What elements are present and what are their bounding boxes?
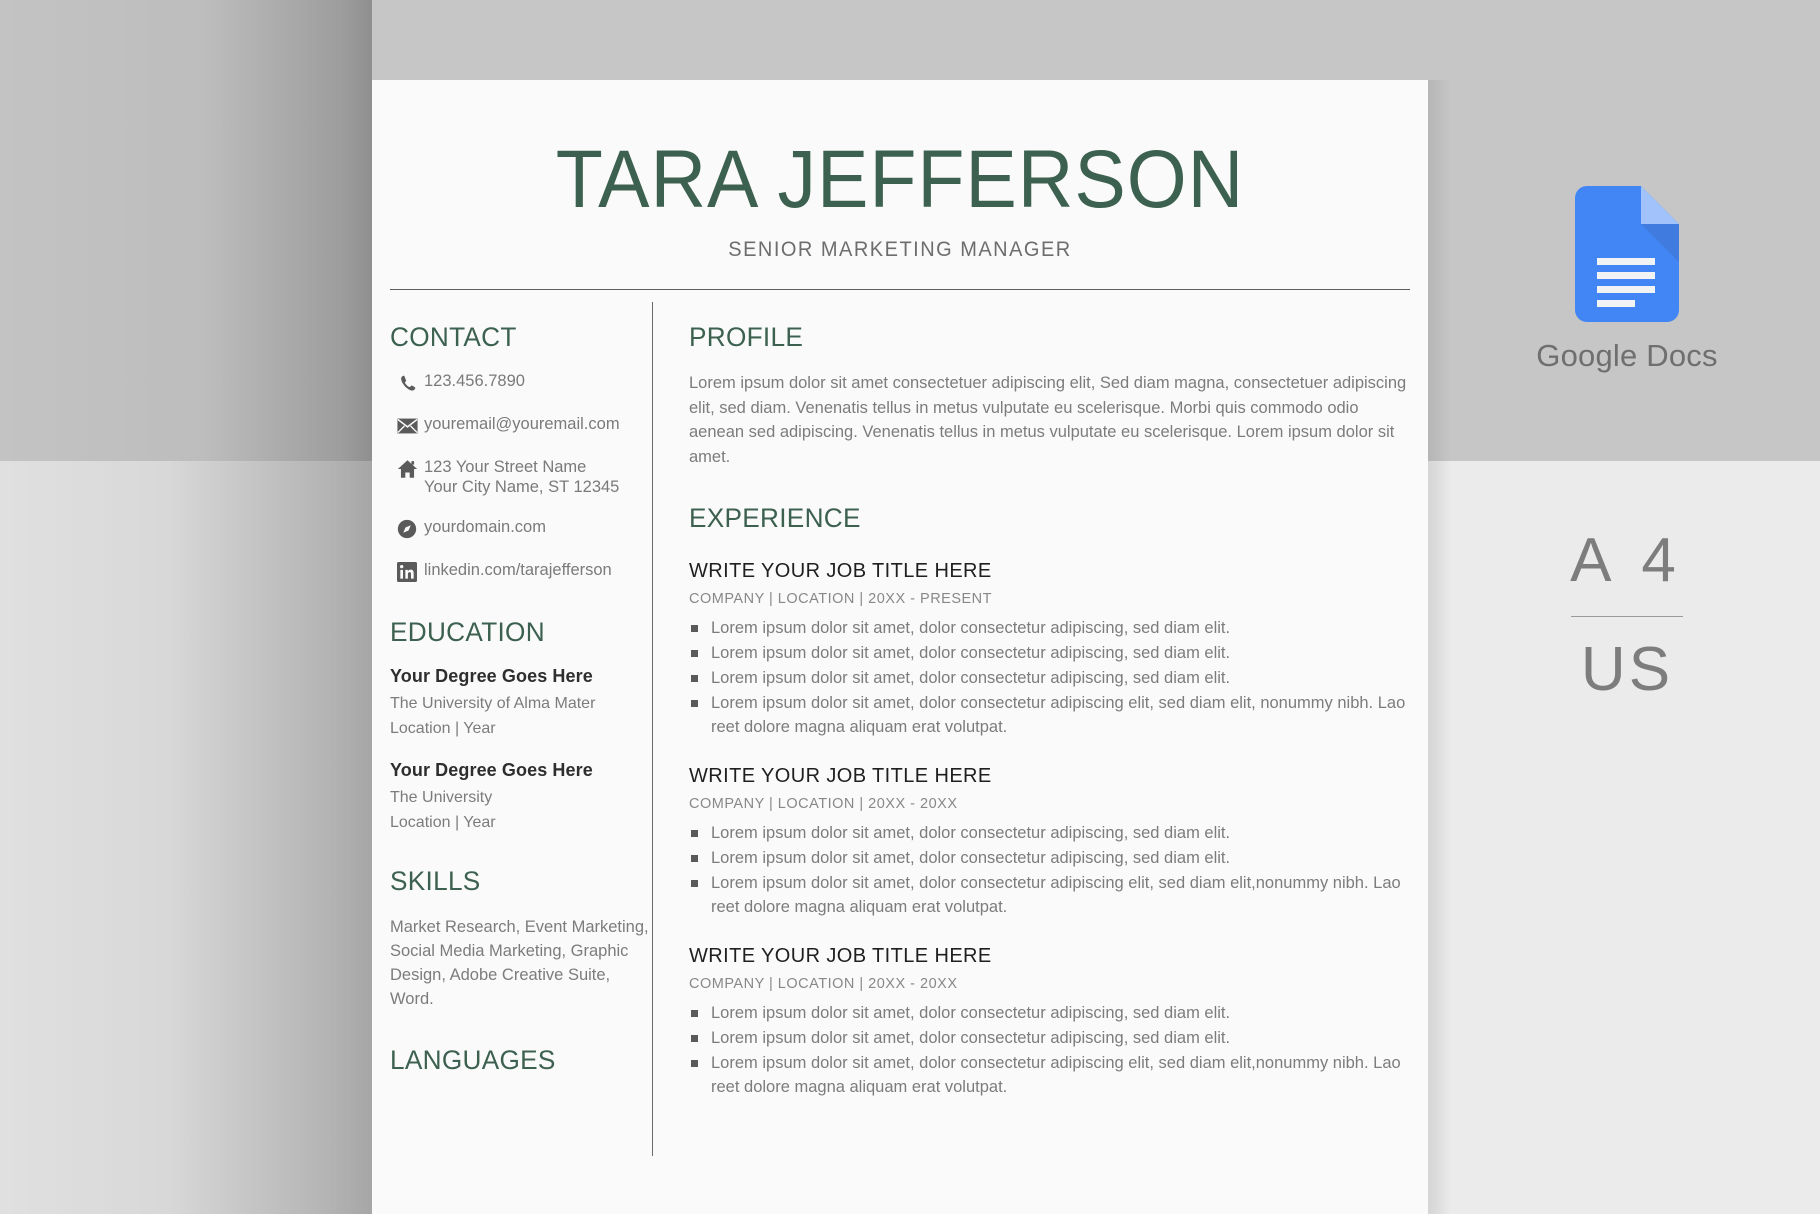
experience-title: WRITE YOUR JOB TITLE HERE (689, 765, 992, 787)
job-subtitle: SENIOR MARKETING MANAGER (728, 237, 1072, 261)
experience-meta: COMPANY | LOCATION | 20XX - PRESENT (689, 591, 993, 607)
experience-bullets: Lorem ipsum dolor sit amet, dolor consec… (689, 821, 1410, 919)
contact-item-website[interactable]: yourdomain.com (390, 517, 652, 540)
education-school: The University (390, 789, 493, 806)
contact-list: 123.456.7890 youremail@youremail.com 123… (390, 371, 652, 583)
background-left-shadow-bottom (0, 461, 372, 1214)
paper-size-a4: A 4 (1570, 526, 1684, 595)
languages-heading: LANGUAGES (390, 1045, 556, 1075)
education-item: Your Degree Goes Here The University of … (390, 666, 652, 738)
right-column: PROFILE Lorem ipsum dolor sit amet conse… (653, 290, 1410, 1156)
paper-size-divider (1571, 616, 1683, 617)
contact-value-linkedin: linkedin.com/tarajefferson (424, 561, 612, 579)
compass-icon (390, 518, 424, 540)
experience-heading: EXPERIENCE (689, 503, 861, 533)
contact-value-website: yourdomain.com (424, 518, 546, 536)
contact-item-address[interactable]: 123 Your Street Name Your City Name, ST … (390, 457, 652, 497)
experience-meta: COMPANY | LOCATION | 20XX - 20XX (689, 796, 958, 812)
experience-bullet: Lorem ipsum dolor sit amet, dolor consec… (689, 616, 1410, 640)
experience-bullet: Lorem ipsum dolor sit amet, dolor consec… (689, 691, 1410, 739)
experience-bullet: Lorem ipsum dolor sit amet, dolor consec… (689, 846, 1410, 870)
contact-item-email[interactable]: youremail@youremail.com (390, 414, 652, 437)
contact-heading: CONTACT (390, 322, 517, 352)
experience-bullets: Lorem ipsum dolor sit amet, dolor consec… (689, 1001, 1410, 1099)
experience-bullet: Lorem ipsum dolor sit amet, dolor consec… (689, 1051, 1410, 1099)
experience-bullet: Lorem ipsum dolor sit amet, dolor consec… (689, 1001, 1410, 1025)
google-docs-icon (1434, 186, 1820, 322)
experience-bullet: Lorem ipsum dolor sit amet, dolor consec… (689, 821, 1410, 845)
google-docs-label: Google Docs (1536, 338, 1718, 373)
google-docs-branding: Google Docs (1434, 186, 1820, 374)
contact-item-linkedin[interactable]: linkedin.com/tarajefferson (390, 560, 652, 583)
education-degree: Your Degree Goes Here (390, 666, 593, 686)
address-line-1: 123 Your Street Name (424, 458, 587, 476)
contact-item-phone[interactable]: 123.456.7890 (390, 371, 652, 394)
paper-size-us: US (1580, 635, 1674, 704)
skills-heading: SKILLS (390, 866, 481, 896)
education-item: Your Degree Goes Here The University Loc… (390, 760, 652, 832)
contact-value-phone: 123.456.7890 (424, 372, 525, 390)
education-heading: EDUCATION (390, 617, 545, 647)
linkedin-icon (390, 561, 424, 583)
experience-title: WRITE YOUR JOB TITLE HERE (689, 945, 992, 967)
experience-bullets: Lorem ipsum dolor sit amet, dolor consec… (689, 616, 1410, 739)
experience-bullet: Lorem ipsum dolor sit amet, dolor consec… (689, 871, 1410, 919)
resume-columns: CONTACT 123.456.7890 youremail@youremail… (372, 290, 1428, 1156)
left-column: CONTACT 123.456.7890 youremail@youremail… (390, 290, 652, 1156)
experience-bullet: Lorem ipsum dolor sit amet, dolor consec… (689, 1026, 1410, 1050)
phone-icon (390, 372, 424, 394)
education-meta: Location | Year (390, 720, 496, 737)
experience-entry: WRITE YOUR JOB TITLE HERE COMPANY | LOCA… (689, 945, 1410, 1099)
address-line-2: Your City Name, ST 12345 (424, 478, 620, 496)
experience-title: WRITE YOUR JOB TITLE HERE (689, 560, 992, 582)
paper-size-indicator: A 4 US (1434, 530, 1820, 701)
experience-entry: WRITE YOUR JOB TITLE HERE COMPANY | LOCA… (689, 560, 1410, 739)
education-degree: Your Degree Goes Here (390, 760, 593, 780)
home-icon (390, 458, 424, 480)
page-title: TARA JEFFERSON (555, 134, 1245, 225)
education-school: The University of Alma Mater (390, 695, 596, 712)
experience-bullet: Lorem ipsum dolor sit amet, dolor consec… (689, 641, 1410, 665)
contact-value-email: youremail@youremail.com (424, 415, 620, 433)
skills-text: Market Research, Event Marketing, Social… (390, 918, 649, 1008)
profile-heading: PROFILE (689, 322, 804, 352)
profile-text: Lorem ipsum dolor sit amet consectetuer … (689, 374, 1407, 466)
background-left-shadow-top (0, 0, 372, 461)
education-meta: Location | Year (390, 814, 496, 831)
contact-value-address: 123 Your Street Name Your City Name, ST … (424, 457, 619, 497)
experience-meta: COMPANY | LOCATION | 20XX - 20XX (689, 976, 958, 992)
envelope-icon (390, 415, 424, 437)
experience-entry: WRITE YOUR JOB TITLE HERE COMPANY | LOCA… (689, 765, 1410, 919)
experience-bullet: Lorem ipsum dolor sit amet, dolor consec… (689, 666, 1410, 690)
resume-page: TARA JEFFERSON SENIOR MARKETING MANAGER … (372, 80, 1428, 1214)
